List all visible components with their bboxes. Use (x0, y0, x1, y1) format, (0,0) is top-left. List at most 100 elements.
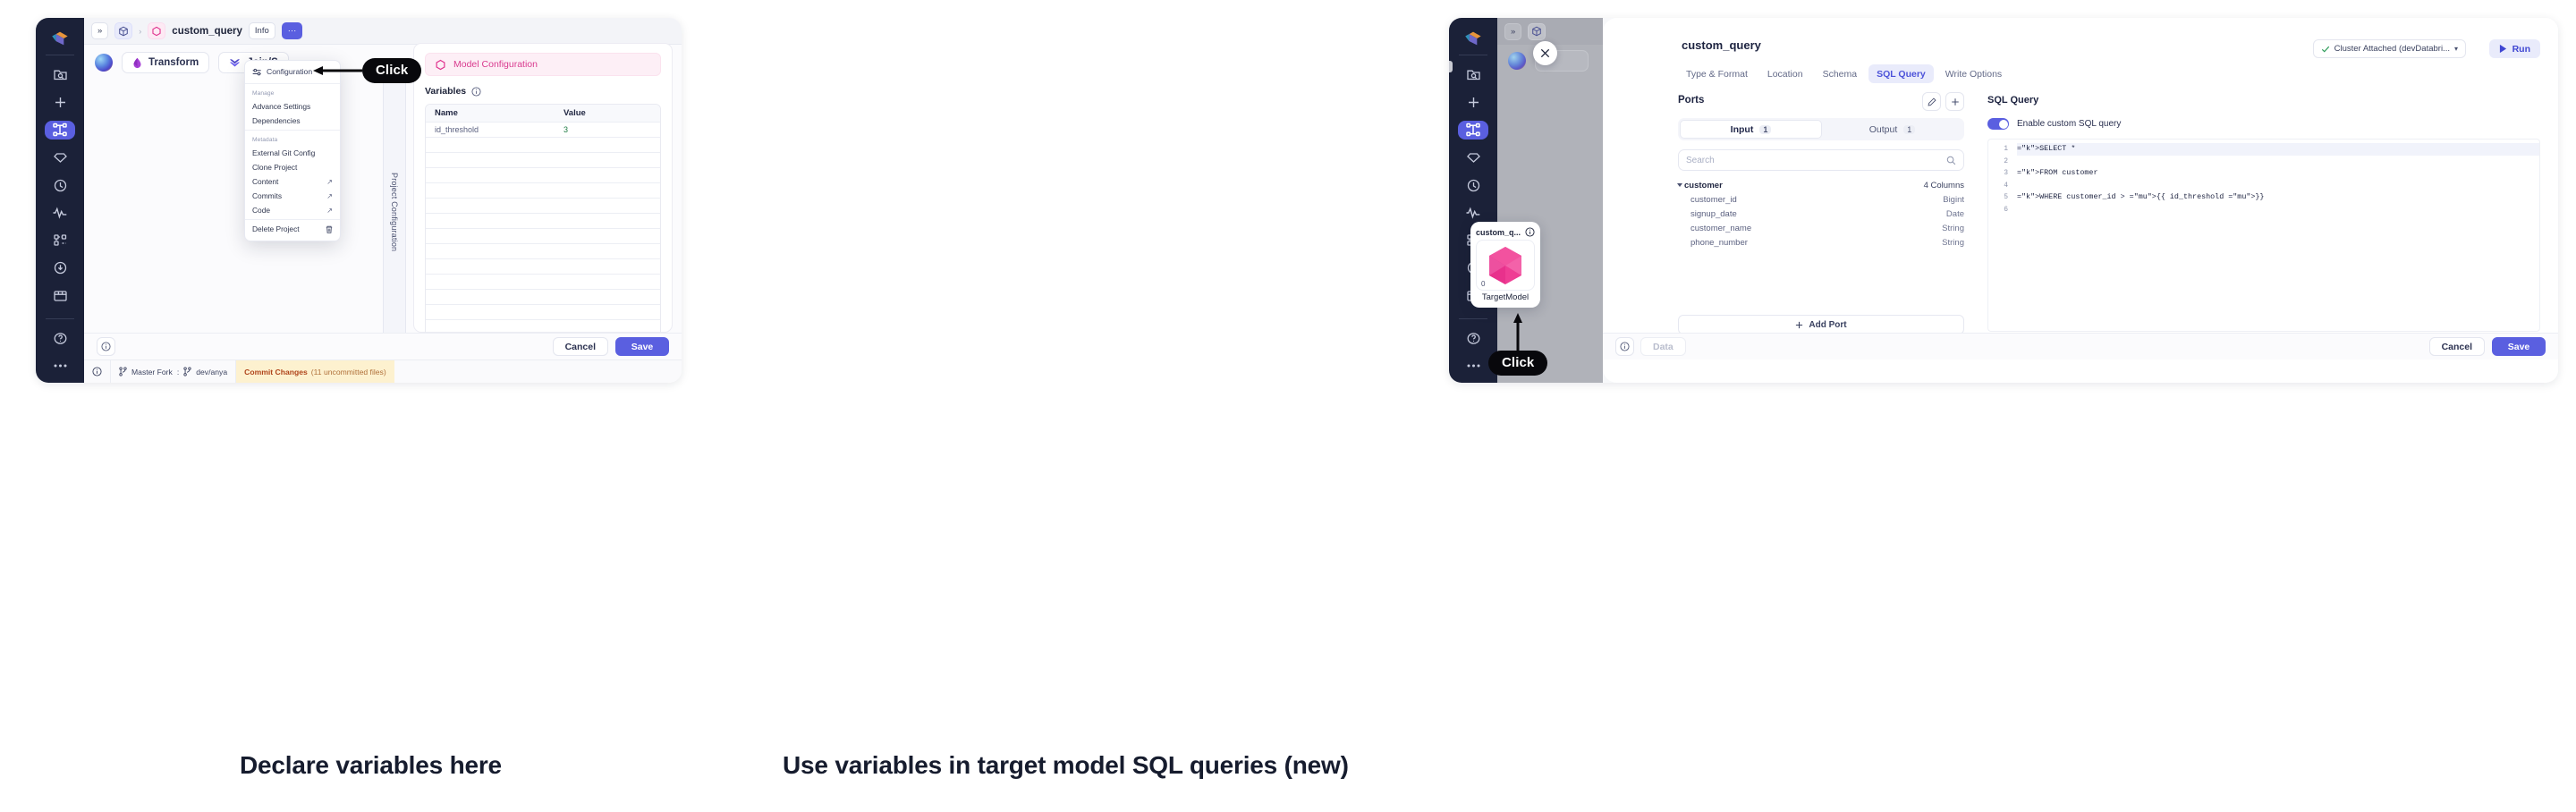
menu-item-code[interactable]: Code ↗ (245, 203, 340, 217)
menu-item-external-git-config[interactable]: External Git Config (245, 146, 340, 160)
expand-sidebar-button[interactable]: » (91, 22, 109, 39)
table-row-empty[interactable] (426, 274, 660, 289)
enable-custom-sql-row[interactable]: Enable custom SQL query (1987, 118, 2540, 130)
ports-search-box[interactable] (1678, 149, 1964, 171)
expand-sidebar-button[interactable]: » (1504, 22, 1522, 40)
sidebar-item-history[interactable] (1458, 176, 1488, 195)
table-row-empty[interactable] (426, 243, 660, 258)
table-row-empty[interactable] (426, 137, 660, 152)
sidebar-item-help[interactable] (1458, 329, 1488, 348)
menu-item-commits[interactable]: Commits ↗ (245, 189, 340, 203)
search-input[interactable] (1686, 155, 1916, 165)
edit-ports-button[interactable] (1922, 92, 1941, 111)
table-row-empty[interactable] (426, 304, 660, 319)
sidebar-item-jobs[interactable] (45, 258, 75, 277)
port-group-customer[interactable]: customer 4 Columns (1677, 178, 1964, 192)
cancel-button[interactable]: Cancel (2428, 337, 2485, 356)
footer-info-button[interactable] (1615, 337, 1634, 356)
sidebar-item-quality[interactable] (1458, 148, 1488, 167)
sidebar-item-pipeline[interactable] (1458, 120, 1488, 140)
table-row-empty[interactable] (426, 198, 660, 213)
sidebar-item-add[interactable] (45, 93, 75, 112)
segment-input[interactable]: Input 1 (1680, 120, 1822, 139)
empty-cell (426, 305, 560, 319)
cluster-attached-select[interactable]: Cluster Attached (devDatabri... ▾ (2312, 39, 2466, 58)
menu-item-content[interactable]: Content ↗ (245, 174, 340, 189)
table-row[interactable]: id_threshold 3 (426, 122, 660, 137)
cancel-button[interactable]: Cancel (552, 337, 608, 356)
help-icon (1467, 333, 1479, 344)
cube-icon (119, 26, 129, 36)
sidebar-item-quality[interactable] (45, 148, 75, 167)
list-item[interactable]: signup_date Date (1678, 207, 1964, 221)
sidebar-item-lineage[interactable] (45, 231, 75, 250)
clock-icon (1467, 179, 1479, 191)
close-panel-button[interactable] (1533, 41, 1557, 65)
menu-item-delete-project[interactable]: Delete Project (245, 222, 340, 236)
info-tab-button[interactable]: Info (248, 22, 275, 39)
statusbar-branch-info[interactable]: Master Fork : dev/anya (111, 360, 237, 383)
variable-value-cell: 3 (564, 125, 569, 134)
info-icon[interactable] (471, 86, 481, 97)
menu-item-dependencies[interactable]: Dependencies (245, 114, 340, 128)
node-input-port-handle[interactable] (1449, 61, 1453, 72)
model-configuration-banner: Model Configuration (425, 53, 661, 76)
menu-item-clone-project[interactable]: Clone Project (245, 160, 340, 174)
footer-info-button[interactable] (97, 337, 115, 356)
sidebar-item-more[interactable] (1458, 357, 1488, 376)
table-row-empty[interactable] (426, 258, 660, 274)
statusbar-info-button[interactable] (84, 360, 111, 383)
right-app-window: » custom_query Type & Format Location Sc… (1449, 18, 2558, 383)
list-item[interactable]: customer_name String (1678, 221, 1964, 235)
model-configuration-card: Model Configuration Variables Name Value… (413, 43, 673, 351)
sql-code-editor[interactable]: 1 2 3 4 5 6 ="k">SELECT * ="k">FROM cust… (1987, 139, 2540, 332)
project-cube-button[interactable] (114, 22, 133, 39)
sidebar-item-archive[interactable] (45, 286, 75, 305)
sidebar-item-pipeline[interactable] (45, 120, 75, 140)
tab-location[interactable]: Location (1759, 64, 1811, 83)
sidebar-item-monitoring[interactable] (45, 204, 75, 223)
table-row-empty[interactable] (426, 289, 660, 304)
list-item[interactable]: phone_number String (1678, 235, 1964, 250)
sidebar-item-add[interactable] (1458, 93, 1488, 112)
topbar-more-button[interactable]: ··· (281, 22, 303, 39)
empty-cell (426, 244, 560, 258)
more-icon (1467, 364, 1479, 368)
sidebar-item-help[interactable] (45, 329, 75, 348)
project-configuration-tab[interactable]: Project Configuration (383, 73, 406, 351)
tab-write-options[interactable]: Write Options (1937, 64, 2010, 83)
table-row-empty[interactable] (426, 182, 660, 198)
table-row-empty[interactable] (426, 167, 660, 182)
empty-cell (560, 138, 660, 152)
add-port-button[interactable]: Add Port (1678, 315, 1964, 334)
enable-custom-sql-toggle[interactable] (1987, 118, 2009, 130)
list-item[interactable]: customer_id Bigint (1678, 192, 1964, 207)
commit-changes-button[interactable]: Commit Changes (11 uncommitted files) (236, 360, 394, 383)
data-button[interactable]: Data (1640, 337, 1686, 356)
target-model-node-card[interactable]: custom_q... 0 TargetModel (1470, 222, 1540, 308)
sidebar-item-catalog-search[interactable] (45, 65, 75, 84)
segment-output[interactable]: Output 1 (1822, 120, 1962, 139)
join-icon (230, 59, 241, 67)
project-cube-button[interactable] (1528, 22, 1546, 40)
menu-item-advance-settings[interactable]: Advance Settings (245, 99, 340, 114)
sidebar-item-more[interactable] (45, 357, 75, 376)
menu-group-metadata: Metadata (252, 137, 278, 143)
table-row-empty[interactable] (426, 228, 660, 243)
tab-type-and-format[interactable]: Type & Format (1678, 64, 1756, 83)
sidebar-item-catalog-search[interactable] (1458, 65, 1488, 84)
save-button[interactable]: Save (2492, 337, 2546, 356)
tab-schema[interactable]: Schema (1815, 64, 1866, 83)
info-icon[interactable] (1525, 227, 1535, 237)
run-button[interactable]: Run (2488, 39, 2540, 58)
sidebar-item-history[interactable] (45, 176, 75, 195)
add-port-icon-button[interactable] (1945, 92, 1964, 111)
editor-code-lines[interactable]: ="k">SELECT * ="k">FROM customer ="k">WH… (2008, 140, 2539, 331)
table-row-empty[interactable] (426, 152, 660, 167)
save-button[interactable]: Save (615, 337, 669, 356)
table-row-empty[interactable] (426, 213, 660, 228)
topbar-more-label: ··· (287, 26, 297, 36)
tab-sql-query[interactable]: SQL Query (1868, 64, 1934, 83)
transform-tool-button[interactable]: Transform (122, 52, 210, 73)
sidebar-item-monitoring[interactable] (1458, 204, 1488, 223)
